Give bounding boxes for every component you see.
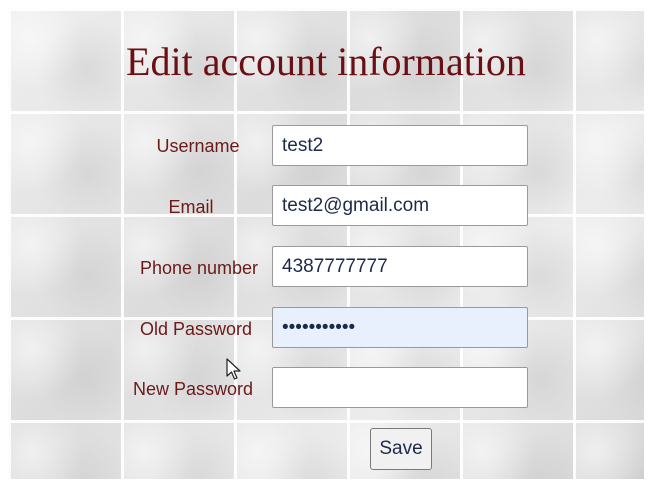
old-password-label: Old Password [139,319,253,339]
email-label: Email [168,197,214,217]
edit-account-page: Edit account information Username Email … [8,8,644,479]
email-field[interactable] [272,185,528,226]
mouse-pointer-icon [226,358,241,380]
old-password-field[interactable] [272,307,528,348]
new-password-label: New Password [132,379,254,399]
new-password-field[interactable] [272,367,528,408]
page-title: Edit account information [126,39,526,84]
phone-number-label: Phone number [139,258,259,278]
phone-number-field[interactable] [272,246,528,287]
username-field[interactable] [272,125,528,166]
save-button[interactable]: Save [370,428,432,470]
username-label: Username [156,136,240,156]
